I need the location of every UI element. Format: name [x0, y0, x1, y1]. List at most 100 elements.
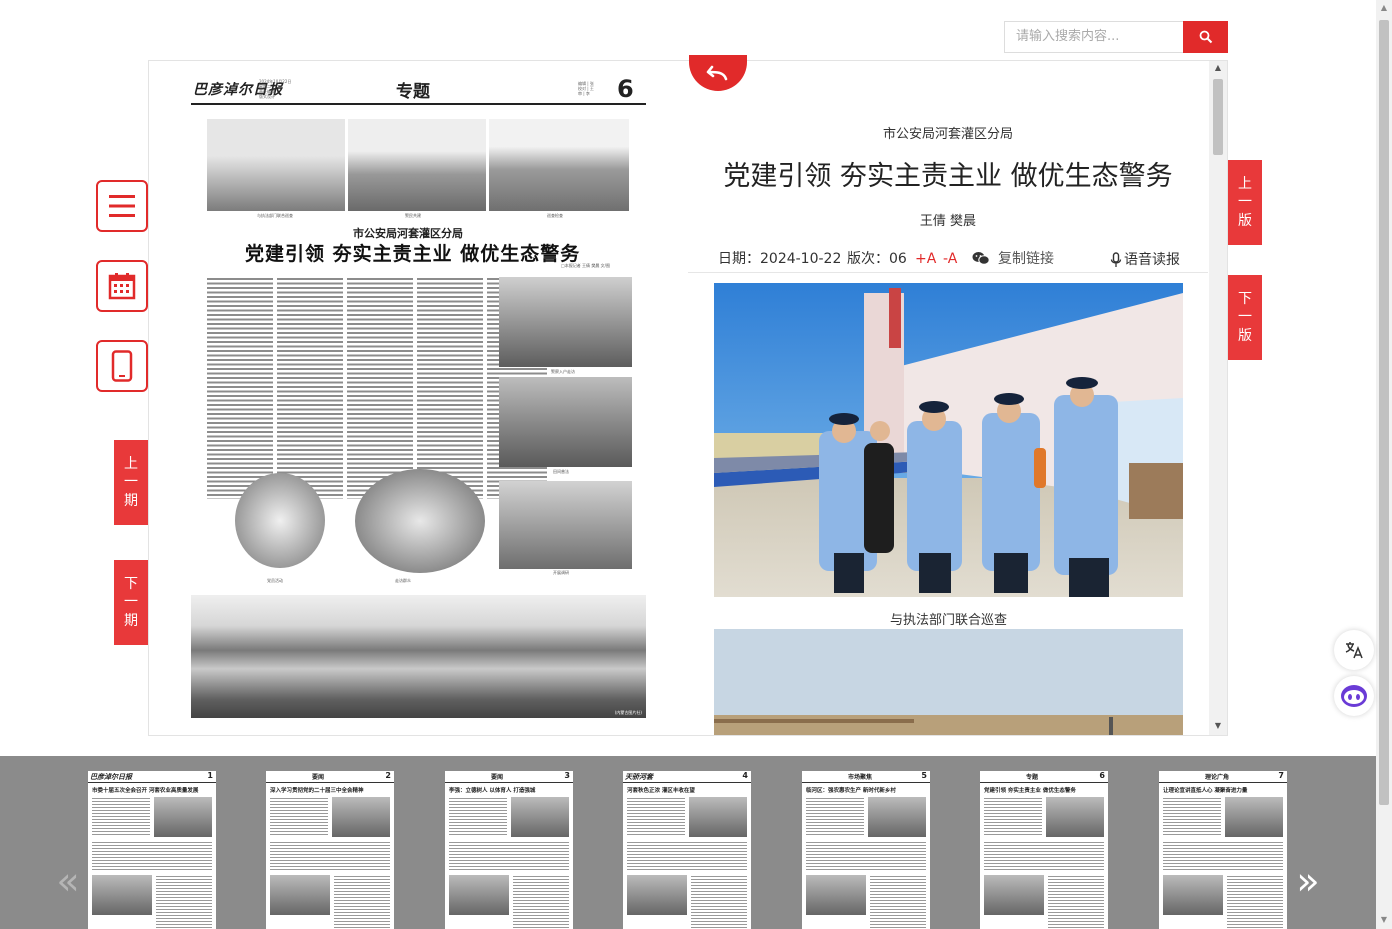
- thumbnail-section: 要闻: [312, 774, 325, 781]
- page-section: 专题: [396, 82, 430, 102]
- thumbnail-text: [1163, 841, 1283, 871]
- next-page-tab[interactable]: 下 一 版: [1228, 275, 1262, 360]
- scroll-up-arrow[interactable]: ▲: [1213, 63, 1223, 72]
- thumbnail-headline: 深入学习贯彻党的二十届三中全会精神: [270, 788, 364, 794]
- thumbnail-photo: [1046, 797, 1104, 837]
- text-column: [347, 277, 413, 499]
- calendar-icon: [108, 273, 136, 300]
- thumbnail-text: [156, 875, 212, 929]
- page-thumbnail[interactable]: 要闻 2 深入学习贯彻党的二十届三中全会精神: [266, 771, 394, 929]
- search-button[interactable]: [1183, 21, 1228, 53]
- thumbnail-headline: 河套秋色正浓 灌区丰收在望: [627, 788, 695, 794]
- page-photo[interactable]: [355, 469, 485, 573]
- date-value: 2024-10-22: [760, 251, 842, 267]
- article-edition: 版次：06: [847, 250, 907, 268]
- next-issue-char: 下: [124, 576, 138, 593]
- page-thumbnail[interactable]: 理论广角 7 让理论宣讲直抵人心 凝聚奋进力量: [1159, 771, 1287, 929]
- menu-button[interactable]: [96, 180, 148, 232]
- page-photo[interactable]: [499, 377, 632, 467]
- thumbnail-headline: 李强：立德树人 以体育人 打造强城: [449, 788, 536, 794]
- page-photo[interactable]: [499, 481, 632, 569]
- masthead-info: 2024年10月22日 星期二 责任编辑 版式设计: [259, 79, 291, 99]
- photo-caption: 田间普法: [553, 469, 569, 474]
- scroll-thumb[interactable]: [1379, 20, 1389, 805]
- translate-button[interactable]: [1334, 630, 1374, 670]
- page-thumbnail[interactable]: 专题 6 党建引领 夯实主责主业 做优生态警务: [980, 771, 1108, 929]
- read-aloud-label: 语音读报: [1124, 252, 1180, 268]
- scroll-down-arrow[interactable]: ▼: [1379, 915, 1389, 925]
- riverside-photo: [714, 629, 1183, 735]
- page-thumbnail[interactable]: 市场聚焦 5 临河区：强农惠农生产 新时代新乡村: [802, 771, 930, 929]
- thumbnail-text: [1048, 875, 1104, 929]
- thumbnail-logo: 天骄河套: [625, 772, 653, 781]
- wechat-share-button[interactable]: [972, 251, 990, 270]
- text-column: [277, 277, 343, 499]
- scroll-thumb[interactable]: [1213, 79, 1223, 155]
- article-date: 日期：2024-10-22: [718, 250, 841, 268]
- thumbnail-section: 理论广角: [1205, 774, 1230, 781]
- thumbnail-text: [1227, 875, 1283, 929]
- prev-issue-char: 上: [124, 456, 138, 473]
- calendar-button[interactable]: [96, 260, 148, 312]
- article-subtitle: 市公安局河套灌区分局: [882, 127, 1013, 142]
- thumbnail-text: [870, 875, 926, 929]
- article-scrollbar[interactable]: ▲ ▼: [1209, 61, 1227, 735]
- next-issue-char: 一: [124, 594, 138, 611]
- thumbnail-photo: [511, 797, 569, 837]
- mobile-button[interactable]: [96, 340, 148, 392]
- page-photo[interactable]: [499, 277, 632, 367]
- article-photo[interactable]: [714, 283, 1183, 597]
- thumbnail-page-number: 3: [564, 771, 570, 780]
- thumbnail-prev-button[interactable]: «: [48, 856, 88, 906]
- robot-icon: [1341, 685, 1367, 707]
- thumbnail-header: 市场聚焦 5: [802, 771, 930, 783]
- page-photo[interactable]: [489, 119, 629, 211]
- thumbnail-next-button[interactable]: »: [1288, 856, 1328, 906]
- page-photo[interactable]: [235, 473, 325, 568]
- page-footer: (内蒙古图片社): [614, 710, 642, 715]
- thumbnail-logo: 巴彦淖尔日报: [90, 772, 132, 781]
- thumbnail-headline: 让理论宣讲直抵人心 凝聚奋进力量: [1163, 788, 1248, 794]
- font-increase-button[interactable]: +A: [915, 250, 936, 268]
- assistant-button[interactable]: [1334, 676, 1374, 716]
- edition-value: 06: [889, 251, 907, 267]
- page-thumbnail[interactable]: 天骄河套 4 河套秋色正浓 灌区丰收在望: [623, 771, 751, 929]
- next-issue-tab[interactable]: 下 一 期: [114, 560, 148, 645]
- scroll-down-arrow[interactable]: ▼: [1213, 721, 1223, 730]
- article-photo-caption: 与执法部门联合巡查: [889, 613, 1007, 628]
- scroll-up-arrow[interactable]: ▲: [1379, 3, 1389, 13]
- editor-line: 审 | 李: [578, 91, 590, 96]
- page-photo[interactable]: [348, 119, 486, 211]
- page-thumbnail[interactable]: 巴彦淖尔日报 1 市委十届五次全会召开 河套农业高质量发展: [88, 771, 216, 929]
- page-scrollbar[interactable]: ▲ ▼: [1376, 0, 1392, 929]
- next-page-char: 下: [1238, 291, 1252, 308]
- prev-issue-char: 一: [124, 474, 138, 491]
- photo-caption: 开展调研: [553, 570, 569, 575]
- thumbnail-photo: [154, 797, 212, 837]
- thumbnail-photo: [806, 875, 866, 915]
- thumbnail-text: [627, 797, 685, 837]
- search-input[interactable]: 请输入搜索内容...: [1004, 21, 1183, 53]
- copy-link-button[interactable]: 复制链接: [998, 250, 1054, 268]
- page-panorama-photo[interactable]: [191, 595, 646, 718]
- speaker-icon: [1110, 252, 1122, 267]
- newspaper-page[interactable]: 巴彦淖尔日报 2024年10月22日 星期二 责任编辑 版式设计 专题 编辑 |…: [191, 73, 646, 718]
- page-thumbnail[interactable]: 要闻 3 李强：立德树人 以体育人 打造强城: [445, 771, 573, 929]
- read-aloud-button[interactable]: 语音读报: [1110, 251, 1180, 269]
- article-photo[interactable]: [714, 629, 1183, 735]
- thumbnail-page-number: 2: [385, 771, 391, 780]
- page-byline: □本报记者 王倩 樊晨 文/图: [561, 263, 610, 268]
- thumbnail-header: 理论广角 7: [1159, 771, 1287, 783]
- thumbnail-header: 要闻 2: [266, 771, 394, 783]
- thumbnail-text: [449, 797, 507, 837]
- prev-page-tab[interactable]: 上 一 版: [1228, 160, 1262, 245]
- thumbnail-photo: [627, 875, 687, 915]
- photo-caption: 与执法部门联合巡查: [257, 213, 293, 218]
- thumbnail-text: [627, 841, 747, 871]
- thumbnail-text: [691, 875, 747, 929]
- prev-issue-tab[interactable]: 上 一 期: [114, 440, 148, 525]
- font-decrease-button[interactable]: -A: [943, 250, 957, 268]
- page-photo[interactable]: [207, 119, 345, 211]
- wechat-icon: [972, 252, 990, 265]
- thumbnail-page-number: 1: [207, 771, 213, 780]
